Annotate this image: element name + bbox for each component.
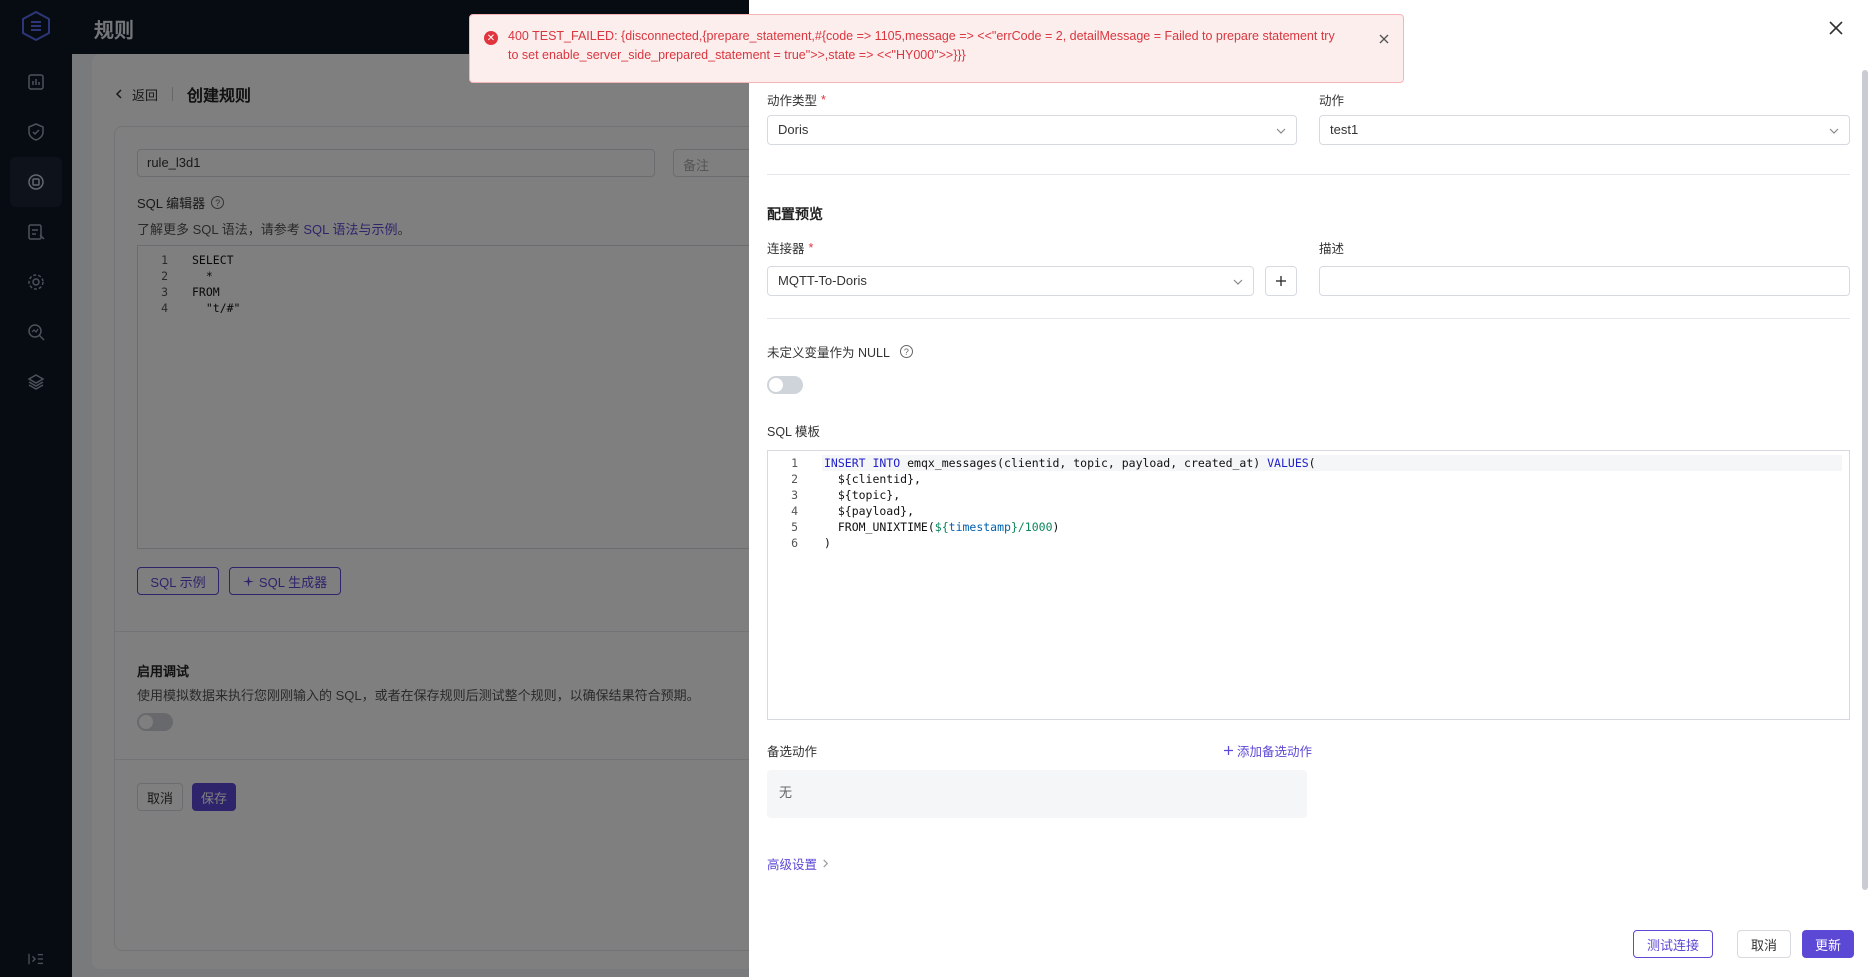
action-type-value: Doris [778, 122, 809, 137]
plus-icon [1276, 276, 1286, 286]
fallback-label: 备选动作 [767, 741, 817, 760]
error-icon: ✕ [484, 31, 498, 45]
sql-template-label-text: SQL 模板 [767, 425, 821, 439]
action-drawer: 动作类型 * Doris 动作 test1 配置预览 连接器 * MQTT-To-D… [749, 0, 1872, 977]
test-connection-button[interactable]: 测试连接 [1633, 930, 1713, 958]
close-drawer-button[interactable] [1826, 18, 1846, 38]
description-label: 描述 [1319, 238, 1344, 257]
line-number: 4 [791, 504, 798, 518]
drawer-scrollbar[interactable] [1862, 70, 1868, 890]
sql-template-label: SQL 模板 [767, 421, 820, 440]
code-line: ) [824, 536, 831, 550]
line-number: 5 [791, 520, 798, 534]
connector-label-text: 连接器 [767, 242, 805, 256]
undefined-null-label: 未定义变量作为 NULL ? [767, 342, 913, 361]
description-label-text: 描述 [1319, 242, 1345, 256]
update-button[interactable]: 更新 [1802, 930, 1854, 958]
required-mark: * [808, 240, 814, 255]
fallback-empty-text: 无 [779, 785, 793, 800]
help-icon[interactable]: ? [899, 345, 913, 358]
drawer-cancel-button[interactable]: 取消 [1737, 930, 1791, 958]
action-value: test1 [1330, 122, 1359, 137]
add-fallback-link[interactable]: 添加备选动作 [1224, 741, 1312, 760]
chevron-down-icon [1829, 128, 1839, 134]
plus-icon [1224, 746, 1233, 755]
line-number: 6 [791, 536, 798, 550]
required-mark: * [821, 92, 826, 107]
action-select[interactable]: test1 [1319, 115, 1850, 145]
line-number: 3 [791, 488, 798, 502]
error-message: 400 TEST_FAILED: {disconnected,{prepare_… [508, 29, 1335, 62]
connector-value: MQTT-To-Doris [778, 273, 867, 288]
add-connector-button[interactable] [1265, 266, 1297, 296]
action-type-label: 动作类型 * [767, 90, 826, 109]
undefined-null-toggle[interactable] [767, 376, 803, 394]
code-line: ${topic}, [824, 488, 901, 502]
code-line: ${payload}, [824, 504, 915, 518]
preview-title: 配置预览 [767, 206, 823, 222]
description-input[interactable] [1319, 266, 1850, 296]
line-number: 2 [791, 472, 798, 486]
undefined-null-label-text: 未定义变量作为 NULL [767, 346, 890, 360]
sql-template-editor[interactable]: 1 INSERT INTO emqx_messages(clientid, to… [767, 450, 1850, 720]
connector-label: 连接器 * [767, 238, 813, 257]
fallback-label-text: 备选动作 [767, 745, 818, 759]
close-icon [1379, 34, 1389, 44]
section-divider [767, 174, 1850, 175]
close-toast-button[interactable] [1377, 32, 1391, 46]
action-label: 动作 [1319, 90, 1344, 109]
code-line: FROM_UNIXTIME(${timestamp}/1000) [824, 520, 1060, 534]
action-label-text: 动作 [1319, 94, 1345, 108]
advanced-settings-link[interactable]: 高级设置 [767, 854, 830, 873]
chevron-right-icon [823, 859, 829, 868]
modal-overlay[interactable] [0, 0, 749, 977]
code-line: ${clientid}, [824, 472, 921, 486]
connector-select[interactable]: MQTT-To-Doris [767, 266, 1254, 296]
close-icon [1829, 21, 1843, 35]
chevron-down-icon [1233, 279, 1243, 285]
section-divider [767, 318, 1850, 319]
chevron-down-icon [1276, 128, 1286, 134]
fallback-empty-box: 无 [767, 770, 1307, 818]
advanced-settings-label: 高级设置 [767, 858, 818, 872]
error-toast: ✕ 400 TEST_FAILED: {disconnected,{prepar… [469, 14, 1404, 83]
action-type-label-text: 动作类型 [767, 94, 818, 108]
add-fallback-label: 添加备选动作 [1237, 745, 1313, 759]
line-number: 1 [791, 456, 798, 470]
code-line: INSERT INTO emqx_messages(clientid, topi… [824, 456, 1316, 470]
action-type-select[interactable]: Doris [767, 115, 1297, 145]
